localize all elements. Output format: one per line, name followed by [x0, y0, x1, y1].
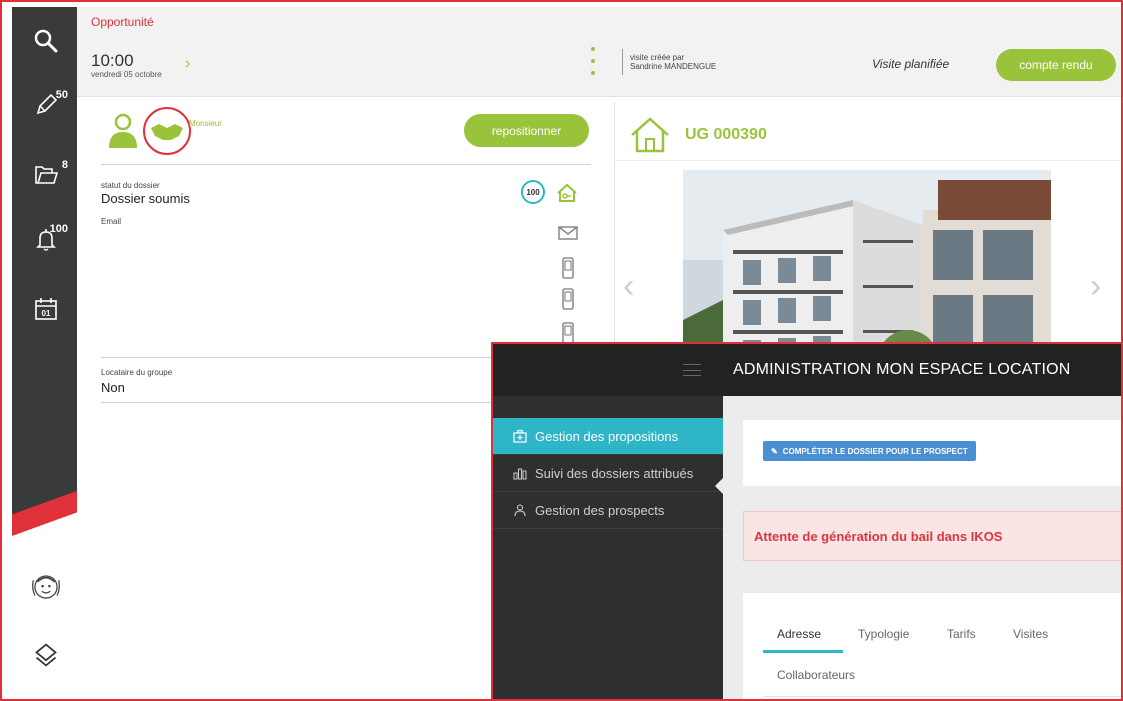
- calendar-day: 01: [42, 309, 51, 318]
- unit-code: UG 000390: [685, 126, 767, 143]
- chevron-right-icon[interactable]: ›: [185, 55, 190, 73]
- folder-icon: [35, 166, 59, 184]
- created-by: visite créée par Sandrine MANDENGUE: [630, 53, 716, 71]
- sidebar-item-calendar[interactable]: 01: [24, 289, 68, 329]
- divider: [763, 696, 1121, 697]
- logo-icon[interactable]: [26, 635, 66, 675]
- visit-time: 10:00: [91, 51, 134, 70]
- admin-sidebar: Gestion des propositions Suivi des dossi…: [493, 396, 725, 699]
- divider: [101, 402, 501, 403]
- visit-date: vendredi 05 octobre: [91, 70, 162, 79]
- phone-icon[interactable]: [557, 322, 579, 344]
- briefcase-icon: [513, 429, 527, 443]
- phone-icon[interactable]: [557, 257, 579, 279]
- folders-badge: 8: [61, 159, 68, 171]
- app-frame: 50 8 100 01 Opportunité 10:00 vendredi 0…: [0, 0, 1123, 701]
- score-badge: 100: [521, 180, 545, 204]
- tabs-card: Adresse Typologie Tarifs Visites Collabo…: [743, 593, 1121, 699]
- header-divider: [622, 49, 623, 75]
- client-title: Monsieur: [189, 119, 222, 128]
- visit-status: Visite planifiée: [872, 57, 950, 71]
- handshake-icon[interactable]: [149, 120, 185, 142]
- email-label: Email: [101, 217, 122, 226]
- sidebar: 50 8 100 01: [12, 7, 77, 697]
- avatar[interactable]: [26, 567, 66, 607]
- nav-label: Suivi des dossiers attribués: [535, 465, 694, 481]
- phone-icon[interactable]: [557, 288, 579, 310]
- sidebar-item-notes[interactable]: 50: [24, 85, 68, 125]
- complete-file-button[interactable]: ✎ COMPLÉTER LE DOSSIER POUR LE PROSPECT: [763, 441, 976, 461]
- tab-typology[interactable]: Typologie: [858, 627, 909, 641]
- visit-header: Opportunité 10:00 vendredi 05 octobre › …: [77, 7, 1121, 97]
- search-icon[interactable]: [24, 21, 68, 61]
- divider: [101, 357, 501, 358]
- reposition-button[interactable]: repositionner: [464, 114, 589, 147]
- tab-rates[interactable]: Tarifs: [947, 627, 976, 641]
- tab-underline: [763, 650, 843, 653]
- admin-title: ADMINISTRATION MON ESPACE LOCATION: [733, 361, 1071, 378]
- sidebar-item-alerts[interactable]: 100: [24, 219, 68, 259]
- carousel-next-icon[interactable]: ›: [1090, 267, 1101, 306]
- carousel-prev-icon[interactable]: ‹: [623, 267, 634, 306]
- calendar-icon: 01: [35, 298, 57, 320]
- more-vertical-icon[interactable]: [591, 47, 597, 75]
- envelope-icon[interactable]: [557, 222, 579, 244]
- group-value: Non: [101, 380, 125, 395]
- bar-chart-icon: [513, 468, 527, 480]
- page-title: Opportunité: [91, 15, 154, 29]
- admin-content: ✎ COMPLÉTER LE DOSSIER POUR LE PROSPECT …: [723, 396, 1121, 699]
- tab-visits[interactable]: Visites: [1013, 627, 1048, 641]
- tab-address[interactable]: Adresse: [777, 627, 821, 641]
- admin-topbar: ADMINISTRATION MON ESPACE LOCATION: [493, 344, 1121, 396]
- created-by-name: Sandrine MANDENGUE: [630, 62, 717, 71]
- report-button[interactable]: compte rendu: [996, 49, 1116, 81]
- alerts-badge: 100: [49, 223, 68, 235]
- nav-item-prospects[interactable]: Gestion des prospects: [493, 492, 723, 529]
- home-icon: [631, 117, 669, 153]
- complete-file-label: COMPLÉTER LE DOSSIER POUR LE PROSPECT: [782, 446, 968, 456]
- status-value: Dossier soumis: [101, 191, 190, 206]
- nav-label: Gestion des prospects: [535, 502, 665, 518]
- users-icon: [514, 504, 526, 517]
- hamburger-menu-icon[interactable]: [683, 364, 705, 376]
- admin-overlay: ADMINISTRATION MON ESPACE LOCATION Gesti…: [491, 342, 1121, 699]
- status-label: statut du dossier: [101, 181, 160, 190]
- lease-alert: Attente de génération du bail dans IKOS: [743, 511, 1121, 561]
- tab-collaborators[interactable]: Collaborateurs: [777, 668, 855, 682]
- sidebar-item-folders[interactable]: 8: [24, 155, 68, 195]
- divider: [615, 160, 1121, 161]
- created-by-label: visite créée par: [630, 53, 685, 62]
- nav-item-assigned-files[interactable]: Suivi des dossiers attribués: [493, 455, 723, 492]
- nav-item-proposals[interactable]: Gestion des propositions: [493, 418, 723, 455]
- group-label: Locataire du groupe: [101, 368, 173, 377]
- edit-icon: ✎: [771, 446, 778, 456]
- house-key-icon[interactable]: [555, 182, 579, 204]
- nav-label: Gestion des propositions: [535, 428, 679, 444]
- notes-badge: 50: [55, 89, 68, 101]
- user-icon: [109, 113, 137, 148]
- divider: [101, 164, 591, 165]
